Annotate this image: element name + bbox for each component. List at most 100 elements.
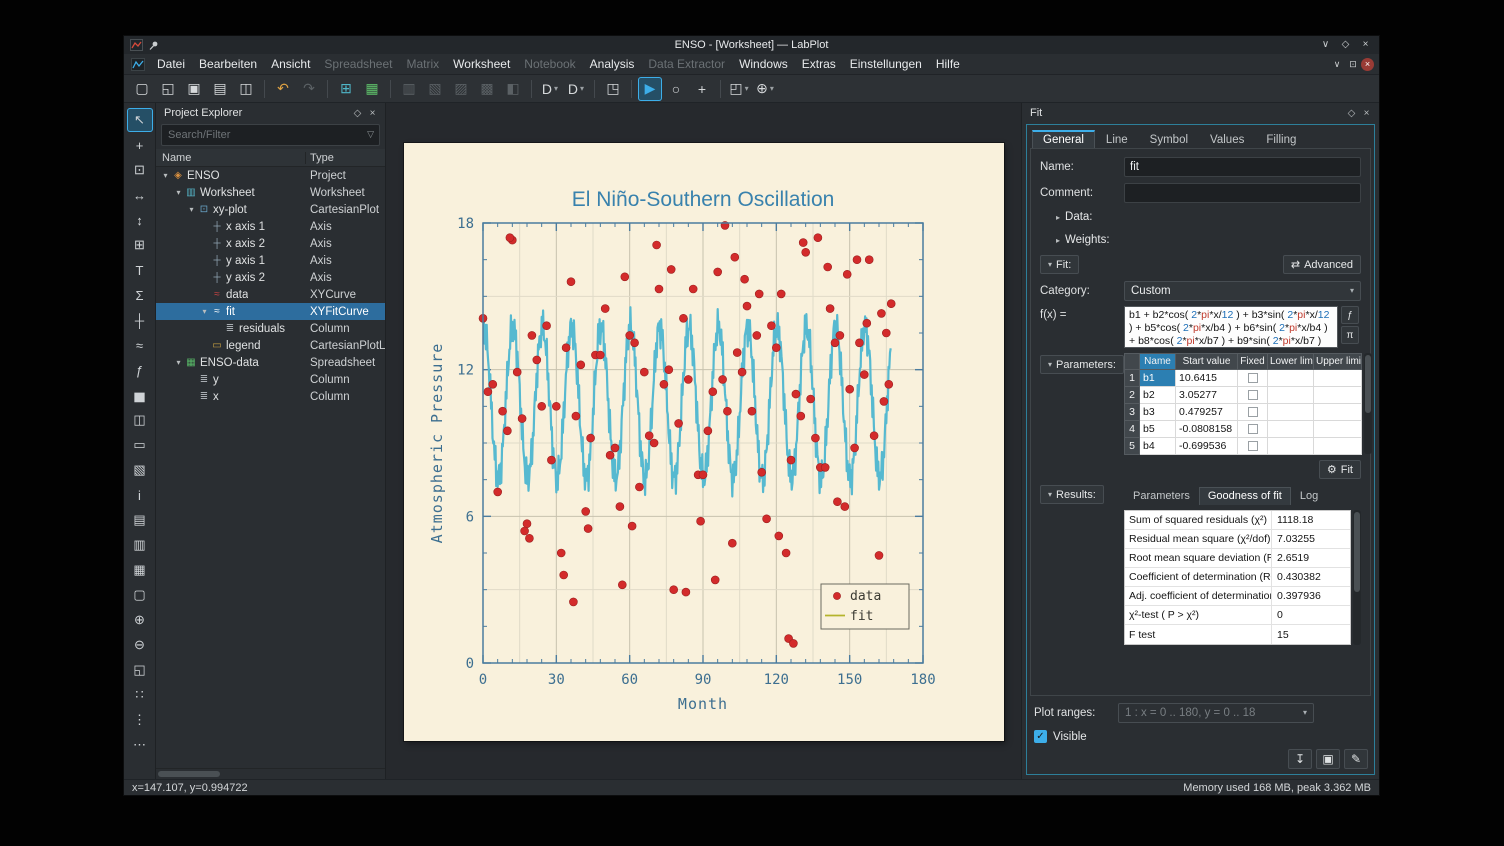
- menu-extras[interactable]: Extras: [795, 56, 843, 72]
- param-start-cell[interactable]: 10.6415: [1176, 370, 1238, 387]
- save-edit-button[interactable]: ✎: [1344, 749, 1368, 769]
- search-input[interactable]: [161, 124, 380, 146]
- menu-windows[interactable]: Windows: [732, 56, 795, 72]
- param-upper-cell[interactable]: [1314, 387, 1362, 404]
- zoom-y-select-tool[interactable]: ↕: [127, 208, 153, 232]
- mdi-minimize-icon[interactable]: ∨: [1329, 57, 1345, 71]
- statistics-button[interactable]: ▩: [475, 77, 499, 101]
- tree-item-x[interactable]: ≣xColumn: [156, 388, 385, 405]
- param-col-fixed[interactable]: Fixed: [1238, 354, 1268, 370]
- param-col-upper-limit[interactable]: Upper limit: [1314, 354, 1362, 370]
- tree-expander-icon[interactable]: ▾: [173, 188, 184, 197]
- zoom-fit-tool[interactable]: ◱: [127, 658, 153, 682]
- tree-item-enso-data[interactable]: ▾▦ENSO-dataSpreadsheet: [156, 354, 385, 371]
- column-header-name[interactable]: Name: [156, 152, 306, 164]
- param-col-lower-limit[interactable]: Lower limit: [1268, 354, 1314, 370]
- vertical-layout-tool[interactable]: ▤: [127, 508, 153, 532]
- param-row-b4[interactable]: 5b4-0.699536: [1125, 438, 1362, 455]
- param-start-cell[interactable]: -0.699536: [1176, 438, 1238, 455]
- add-plot-tool[interactable]: ⊞: [127, 233, 153, 257]
- weights-expander[interactable]: ▸ Weights:: [1056, 231, 1361, 249]
- param-upper-cell[interactable]: [1314, 438, 1362, 455]
- undo-button[interactable]: ↶: [271, 77, 295, 101]
- tree-item-x-axis-1[interactable]: ┼x axis 1Axis: [156, 218, 385, 235]
- zoom-in-tool[interactable]: ⊕: [127, 608, 153, 632]
- parameters-scrollbar[interactable]: [1364, 353, 1372, 454]
- add-axis-tool[interactable]: ┼: [127, 308, 153, 332]
- play-presenter-button[interactable]: ▶: [638, 77, 662, 101]
- menu-einstellungen[interactable]: Einstellungen: [843, 56, 929, 72]
- zoom-mode-button[interactable]: ◰▾: [727, 77, 751, 101]
- add-info-element-tool[interactable]: i: [127, 483, 153, 507]
- param-lower-cell[interactable]: [1268, 438, 1314, 455]
- menu-worksheet[interactable]: Worksheet: [446, 56, 517, 72]
- menu-ansicht[interactable]: Ansicht: [264, 56, 317, 72]
- cursor-mode-3-button[interactable]: ⋯: [127, 733, 153, 757]
- drop-values-button[interactable]: ◧: [501, 77, 525, 101]
- param-upper-cell[interactable]: [1314, 421, 1362, 438]
- tree-item-y-axis-2[interactable]: ┼y axis 2Axis: [156, 269, 385, 286]
- insert-row-button[interactable]: ▥: [397, 77, 421, 101]
- tree-item-worksheet[interactable]: ▾▥WorksheetWorksheet: [156, 184, 385, 201]
- category-select[interactable]: Custom ▾: [1124, 281, 1361, 301]
- cas-console-button[interactable]: D▾: [564, 77, 588, 101]
- tree-item-y[interactable]: ≣yColumn: [156, 371, 385, 388]
- add-boxplot-tool[interactable]: ◫: [127, 408, 153, 432]
- save-button[interactable]: ▣: [1316, 749, 1340, 769]
- dock-float-icon[interactable]: ◇: [350, 108, 365, 119]
- results-scrollbar[interactable]: [1353, 510, 1361, 645]
- add-curve-tool[interactable]: ≈: [127, 333, 153, 357]
- fixed-checkbox[interactable]: [1248, 373, 1258, 383]
- redo-button[interactable]: ↷: [297, 77, 321, 101]
- param-name-cell[interactable]: b3: [1140, 404, 1176, 421]
- fixed-checkbox[interactable]: [1248, 407, 1258, 417]
- menu-bearbeiten[interactable]: Bearbeiten: [192, 56, 264, 72]
- zoom-out-tool[interactable]: ⊖: [127, 633, 153, 657]
- param-name-cell[interactable]: b4: [1140, 438, 1176, 455]
- new-worksheet-button[interactable]: ⊞: [334, 77, 358, 101]
- tab-parameters[interactable]: Parameters: [1124, 487, 1199, 505]
- tree-item-legend[interactable]: ▭legendCartesianPlotLegend: [156, 337, 385, 354]
- tab-log[interactable]: Log: [1291, 487, 1327, 505]
- tree-expander-icon[interactable]: ▾: [199, 307, 210, 316]
- fit-dock-float-icon[interactable]: ◇: [1344, 108, 1359, 119]
- param-upper-cell[interactable]: [1314, 404, 1362, 421]
- tab-line[interactable]: Line: [1095, 131, 1139, 149]
- tab-goodness-of-fit[interactable]: Goodness of fit: [1199, 487, 1291, 505]
- tab-values[interactable]: Values: [1199, 131, 1255, 149]
- tree-item-residuals[interactable]: ≣residualsColumn: [156, 320, 385, 337]
- horizontal-layout-tool[interactable]: ▥: [127, 533, 153, 557]
- param-name-cell[interactable]: b1: [1140, 370, 1176, 387]
- mdi-close-icon[interactable]: ×: [1361, 58, 1374, 71]
- recalculate-button[interactable]: ↧: [1288, 749, 1312, 769]
- dock-close-icon[interactable]: ×: [365, 108, 380, 119]
- param-lower-cell[interactable]: [1268, 421, 1314, 438]
- tree-item-fit[interactable]: ▾≈fitXYFitCurve: [156, 303, 385, 320]
- parameters-section-button[interactable]: ▾ Parameters:: [1040, 355, 1124, 374]
- formula-editor[interactable]: b1 + b2*cos( 2*pi*x/12 ) + b3*sin( 2*pi*…: [1124, 306, 1338, 348]
- mdi-restore-icon[interactable]: ⊡: [1345, 57, 1361, 71]
- tree-item-y-axis-1[interactable]: ┼y axis 1Axis: [156, 252, 385, 269]
- zoom-select-tool[interactable]: ⊡: [127, 158, 153, 182]
- param-name-cell[interactable]: b5: [1140, 421, 1176, 438]
- add-legend-tool[interactable]: ▭: [127, 433, 153, 457]
- run-fit-button[interactable]: ⚙ Fit: [1319, 460, 1361, 479]
- tree-expander-icon[interactable]: ▾: [186, 205, 197, 214]
- filter-icon[interactable]: ▽: [367, 129, 374, 140]
- fixed-checkbox[interactable]: [1248, 390, 1258, 400]
- cas-worksheet-button[interactable]: D▾: [538, 77, 562, 101]
- magnification-button[interactable]: ⊕▾: [753, 77, 777, 101]
- fit-section-button[interactable]: ▾ Fit:: [1040, 255, 1079, 274]
- insert-constant-button[interactable]: π: [1341, 326, 1359, 344]
- add-text-label-tool[interactable]: T: [127, 258, 153, 282]
- tree-expander-icon[interactable]: ▾: [173, 358, 184, 367]
- document-save-button[interactable]: ▣: [182, 77, 206, 101]
- worksheet-view[interactable]: 0306090120150180061218El Niño-Southern O…: [386, 103, 1021, 779]
- maximize-icon[interactable]: ◇: [1338, 38, 1353, 52]
- document-new-button[interactable]: ▢: [130, 77, 154, 101]
- comment-input[interactable]: [1124, 183, 1361, 203]
- fixed-checkbox[interactable]: [1248, 424, 1258, 434]
- visible-checkbox[interactable]: ✓: [1034, 730, 1047, 743]
- param-row-b3[interactable]: 3b30.479257: [1125, 404, 1362, 421]
- insert-function-button[interactable]: ƒ: [1341, 306, 1359, 324]
